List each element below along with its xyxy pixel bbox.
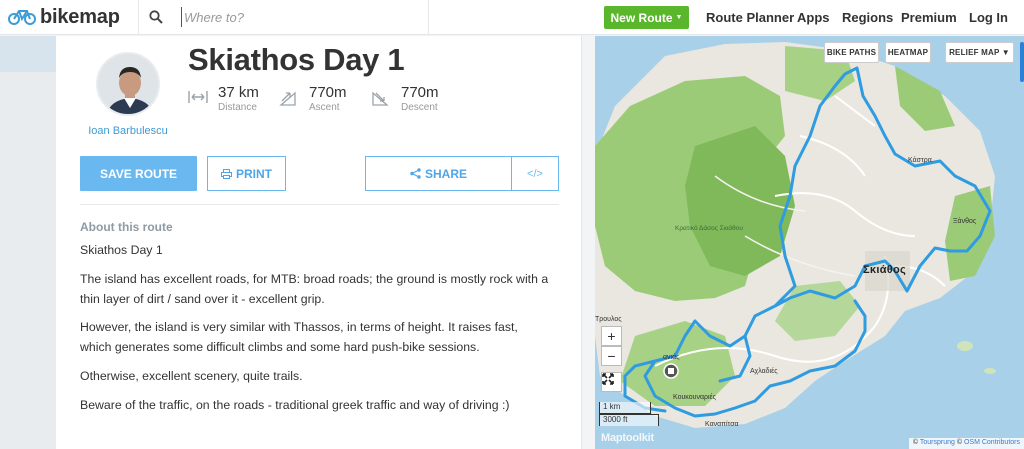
nav-route-planner[interactable]: Route Planner xyxy=(706,10,794,25)
nav-log-in[interactable]: Log In xyxy=(969,10,1008,25)
map-label-exanthos: Ξάνθος xyxy=(953,218,977,225)
save-route-button[interactable]: SAVE ROUTE xyxy=(80,156,197,191)
distance-label: Distance xyxy=(218,102,257,113)
author-name-link[interactable]: Ioan Barbulescu xyxy=(76,125,180,137)
share-icon xyxy=(410,168,421,179)
ascent-label: Ascent xyxy=(309,102,340,113)
nav-apps[interactable]: Apps xyxy=(797,10,830,25)
map-label-kastro: Κάστρα xyxy=(908,157,932,164)
description-paragraph: Skiathos Day 1 xyxy=(80,243,163,257)
heatmap-toggle[interactable]: HEATMAP xyxy=(885,42,931,63)
fullscreen-icon xyxy=(602,373,614,385)
share-button[interactable]: SHARE xyxy=(365,156,512,191)
map-label-kanapitsa: Καναπίτσα xyxy=(705,421,739,428)
ascent-icon xyxy=(279,91,296,106)
zoom-in-button[interactable]: + xyxy=(601,326,622,346)
map-label-town: Σκιάθος xyxy=(863,264,907,276)
map-label-troulos: Τρουλος xyxy=(595,316,622,323)
distance-icon xyxy=(188,91,208,103)
nav-premium[interactable]: Premium xyxy=(901,10,957,25)
map-scroll-handle[interactable] xyxy=(1020,42,1024,82)
relief-map-dropdown[interactable]: RELIEF MAP ▼ xyxy=(945,42,1014,63)
scale-bar-metric: 1 km xyxy=(599,402,651,414)
map-label-forest: Κρατικό Δάσος Σκιάθου xyxy=(675,225,743,232)
map-label-achladies: Αχλαδιές xyxy=(750,368,778,375)
osm-contributors-link[interactable]: OSM Contributors xyxy=(964,439,1020,446)
description-paragraph: Beware of the traffic, on the roads - tr… xyxy=(80,398,510,412)
maptoolkit-logo: Maptoolkit xyxy=(601,432,654,444)
fullscreen-button[interactable] xyxy=(601,372,622,392)
attribution-prefix: © xyxy=(912,439,920,446)
divider xyxy=(80,204,559,205)
description-paragraph: However, the island is very similar with… xyxy=(80,320,518,354)
map-canvas[interactable] xyxy=(595,36,1024,449)
left-background xyxy=(0,36,56,449)
route-details-panel: Ioan Barbulescu Skiathos Day 1 37 km Dis… xyxy=(56,36,582,449)
nav-regions[interactable]: Regions xyxy=(842,10,893,25)
share-label: SHARE xyxy=(424,166,467,181)
top-navigation-bar: bikemap New Route ▼ Route Planner Apps R… xyxy=(0,0,1024,35)
bikemap-logo[interactable]: bikemap xyxy=(8,6,120,28)
search-input[interactable] xyxy=(181,7,421,27)
code-icon: </> xyxy=(527,167,543,180)
print-label: PRINT xyxy=(236,166,272,181)
background-map-strip xyxy=(0,36,56,72)
avatar[interactable] xyxy=(96,52,160,116)
page-title: Skiathos Day 1 xyxy=(188,42,405,77)
description-paragraph: The island has excellent roads, for MTB:… xyxy=(80,272,549,306)
user-photo-icon xyxy=(98,54,158,114)
scale-bar-imperial: 3000 ft xyxy=(599,414,659,426)
logo-text: bikemap xyxy=(40,5,120,28)
map-attribution: © Toursprung © OSM Contributors xyxy=(908,438,1024,449)
bike-logo-icon xyxy=(8,10,36,25)
bike-paths-toggle[interactable]: BIKE PATHS xyxy=(824,42,879,63)
chevron-down-icon: ▼ xyxy=(675,14,683,21)
save-route-label: SAVE ROUTE xyxy=(99,166,178,181)
zoom-out-button[interactable]: − xyxy=(601,346,622,366)
toursprung-link[interactable]: Toursprung xyxy=(920,439,955,446)
new-route-label: New Route xyxy=(610,10,673,25)
descent-icon xyxy=(372,91,389,106)
ascent-value: 770m xyxy=(309,84,347,101)
search-box xyxy=(138,0,429,35)
embed-code-button[interactable]: </> xyxy=(511,156,559,191)
print-button[interactable]: PRINT xyxy=(207,156,286,191)
route-map[interactable]: BIKE PATHS HEATMAP RELIEF MAP ▼ Κρατικό … xyxy=(595,36,1024,449)
map-label-agia: ανιάς xyxy=(663,354,680,361)
attribution-mid: © xyxy=(954,439,964,446)
panel-gutter xyxy=(582,36,595,449)
descent-label: Descent xyxy=(401,102,438,113)
map-label-koukounaries: Κουκουναριές xyxy=(673,394,717,401)
new-route-button[interactable]: New Route ▼ xyxy=(604,6,689,29)
description-paragraph: Otherwise, excellent scenery, quite trai… xyxy=(80,369,303,383)
distance-value: 37 km xyxy=(218,84,259,101)
about-heading: About this route xyxy=(80,220,173,234)
search-icon[interactable] xyxy=(149,10,163,24)
printer-icon xyxy=(221,168,232,179)
descent-value: 770m xyxy=(401,84,439,101)
